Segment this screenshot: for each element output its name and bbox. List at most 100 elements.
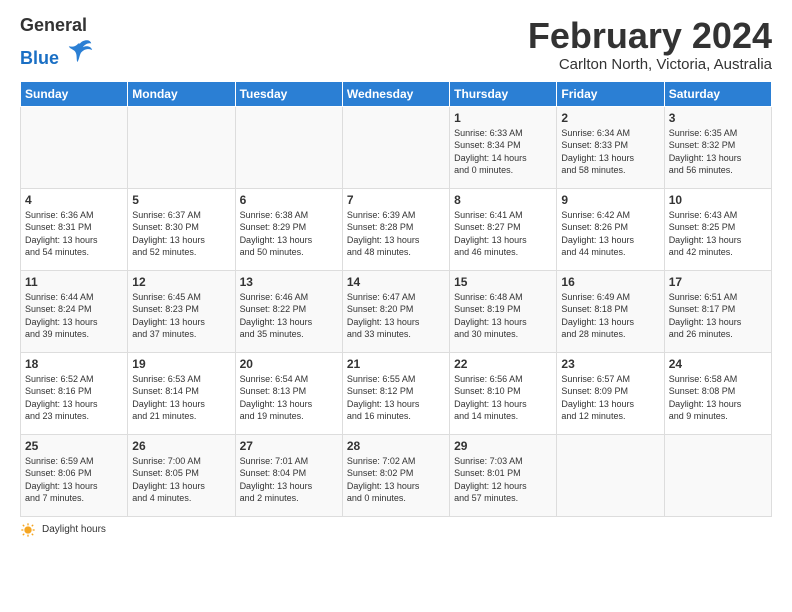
weekday-header-monday: Monday <box>128 81 235 106</box>
day-number: 10 <box>669 193 767 207</box>
day-info: Sunrise: 6:46 AM Sunset: 8:22 PM Dayligh… <box>240 291 338 341</box>
calendar-cell: 19Sunrise: 6:53 AM Sunset: 8:14 PM Dayli… <box>128 352 235 434</box>
sun-icon <box>20 522 36 538</box>
calendar-cell: 9 Sunrise: 6:42 AM Sunset: 8:26 PM Daylig… <box>557 188 664 270</box>
calendar-cell: 14 Sunrise: 6:47 AM Sunset: 8:20 PM Dayli… <box>342 270 449 352</box>
weekday-header-tuesday: Tuesday <box>235 81 342 106</box>
calendar-cell <box>128 106 235 188</box>
calendar-cell: 28Sunrise: 7:02 AM Sunset: 8:02 PM Dayli… <box>342 434 449 516</box>
day-number: 6 <box>240 193 338 207</box>
day-info: Sunrise: 6:33 AM Sunset: 8:34 PM Dayligh… <box>454 127 552 177</box>
day-info: Sunrise: 6:37 AM Sunset: 8:30 PM Dayligh… <box>132 209 230 259</box>
day-number: 3 <box>669 111 767 125</box>
weekday-header-sunday: Sunday <box>21 81 128 106</box>
logo-blue-text: Blue <box>20 48 59 68</box>
day-number: 18 <box>25 357 123 371</box>
week-row-3: 18 Sunrise: 6:52 AM Sunset: 8:16 PM Dayli… <box>21 352 772 434</box>
day-number: 13 <box>240 275 338 289</box>
calendar-cell: 23Sunrise: 6:57 AM Sunset: 8:09 PM Dayli… <box>557 352 664 434</box>
day-info: Sunrise: 6:35 AM Sunset: 8:32 PM Dayligh… <box>669 127 767 177</box>
day-info: Sunrise: 7:01 AM Sunset: 8:04 PM Dayligh… <box>240 455 338 505</box>
calendar-cell: 20 Sunrise: 6:54 AM Sunset: 8:13 PM Dayli… <box>235 352 342 434</box>
day-number: 9 <box>561 193 659 207</box>
day-info: Sunrise: 6:42 AM Sunset: 8:26 PM Dayligh… <box>561 209 659 259</box>
day-number: 8 <box>454 193 552 207</box>
week-row-2: 11 Sunrise: 6:44 AM Sunset: 8:24 PM Dayli… <box>21 270 772 352</box>
calendar-cell: 5 Sunrise: 6:37 AM Sunset: 8:30 PM Daylig… <box>128 188 235 270</box>
day-info: Sunrise: 6:41 AM Sunset: 8:27 PM Dayligh… <box>454 209 552 259</box>
day-info: Sunrise: 6:48 AM Sunset: 8:19 PM Dayligh… <box>454 291 552 341</box>
day-info: Sunrise: 6:49 AM Sunset: 8:18 PM Dayligh… <box>561 291 659 341</box>
calendar-cell: 16Sunrise: 6:49 AM Sunset: 8:18 PM Dayli… <box>557 270 664 352</box>
day-info: Sunrise: 6:34 AM Sunset: 8:33 PM Dayligh… <box>561 127 659 177</box>
weekday-header-saturday: Saturday <box>664 81 771 106</box>
weekday-header-friday: Friday <box>557 81 664 106</box>
calendar-cell: 3 Sunrise: 6:35 AM Sunset: 8:32 PM Daylig… <box>664 106 771 188</box>
day-info: Sunrise: 6:59 AM Sunset: 8:06 PM Dayligh… <box>25 455 123 505</box>
day-info: Sunrise: 6:44 AM Sunset: 8:24 PM Dayligh… <box>25 291 123 341</box>
calendar-cell: 17 Sunrise: 6:51 AM Sunset: 8:17 PM Dayli… <box>664 270 771 352</box>
calendar-cell <box>557 434 664 516</box>
day-number: 26 <box>132 439 230 453</box>
day-number: 25 <box>25 439 123 453</box>
day-number: 7 <box>347 193 445 207</box>
day-info: Sunrise: 7:02 AM Sunset: 8:02 PM Dayligh… <box>347 455 445 505</box>
day-info: Sunrise: 6:47 AM Sunset: 8:20 PM Dayligh… <box>347 291 445 341</box>
week-row-1: 4Sunrise: 6:36 AM Sunset: 8:31 PM Daylig… <box>21 188 772 270</box>
calendar-cell: 24 Sunrise: 6:58 AM Sunset: 8:08 PM Dayli… <box>664 352 771 434</box>
calendar-cell: 1 Sunrise: 6:33 AM Sunset: 8:34 PM Daylig… <box>450 106 557 188</box>
calendar-cell: 15Sunrise: 6:48 AM Sunset: 8:19 PM Dayli… <box>450 270 557 352</box>
calendar-cell: 29 Sunrise: 7:03 AM Sunset: 8:01 PM Dayli… <box>450 434 557 516</box>
logo-general-text: General <box>20 15 87 35</box>
day-number: 29 <box>454 439 552 453</box>
day-info: Sunrise: 6:53 AM Sunset: 8:14 PM Dayligh… <box>132 373 230 423</box>
calendar-cell: 26 Sunrise: 7:00 AM Sunset: 8:05 PM Dayli… <box>128 434 235 516</box>
day-info: Sunrise: 6:51 AM Sunset: 8:17 PM Dayligh… <box>669 291 767 341</box>
day-number: 23 <box>561 357 659 371</box>
calendar-cell: 6 Sunrise: 6:38 AM Sunset: 8:29 PM Daylig… <box>235 188 342 270</box>
day-info: Sunrise: 6:56 AM Sunset: 8:10 PM Dayligh… <box>454 373 552 423</box>
day-number: 2 <box>561 111 659 125</box>
day-number: 4 <box>25 193 123 207</box>
day-number: 14 <box>347 275 445 289</box>
daylight-label: Daylight hours <box>42 524 106 535</box>
calendar-cell: 21Sunrise: 6:55 AM Sunset: 8:12 PM Dayli… <box>342 352 449 434</box>
day-number: 27 <box>240 439 338 453</box>
calendar-cell: 10Sunrise: 6:43 AM Sunset: 8:25 PM Dayli… <box>664 188 771 270</box>
day-info: Sunrise: 6:38 AM Sunset: 8:29 PM Dayligh… <box>240 209 338 259</box>
day-number: 17 <box>669 275 767 289</box>
calendar-cell: 27 Sunrise: 7:01 AM Sunset: 8:04 PM Dayli… <box>235 434 342 516</box>
calendar-cell: 8 Sunrise: 6:41 AM Sunset: 8:27 PM Daylig… <box>450 188 557 270</box>
day-number: 21 <box>347 357 445 371</box>
day-info: Sunrise: 6:45 AM Sunset: 8:23 PM Dayligh… <box>132 291 230 341</box>
day-info: Sunrise: 6:58 AM Sunset: 8:08 PM Dayligh… <box>669 373 767 423</box>
calendar-cell <box>235 106 342 188</box>
calendar-table: SundayMondayTuesdayWednesdayThursdayFrid… <box>20 81 772 517</box>
day-info: Sunrise: 6:54 AM Sunset: 8:13 PM Dayligh… <box>240 373 338 423</box>
weekday-header-thursday: Thursday <box>450 81 557 106</box>
weekday-header-wednesday: Wednesday <box>342 81 449 106</box>
day-number: 5 <box>132 193 230 207</box>
day-number: 24 <box>669 357 767 371</box>
location: Carlton North, Victoria, Australia <box>528 56 772 73</box>
day-number: 12 <box>132 275 230 289</box>
calendar-cell: 7 Sunrise: 6:39 AM Sunset: 8:28 PM Daylig… <box>342 188 449 270</box>
day-info: Sunrise: 6:52 AM Sunset: 8:16 PM Dayligh… <box>25 373 123 423</box>
day-number: 22 <box>454 357 552 371</box>
calendar-cell: 18 Sunrise: 6:52 AM Sunset: 8:16 PM Dayli… <box>21 352 128 434</box>
calendar-cell <box>342 106 449 188</box>
logo-bird-icon <box>66 36 94 64</box>
calendar-cell: 13 Sunrise: 6:46 AM Sunset: 8:22 PM Dayli… <box>235 270 342 352</box>
month-title: February 2024 <box>528 16 772 56</box>
day-info: Sunrise: 6:39 AM Sunset: 8:28 PM Dayligh… <box>347 209 445 259</box>
header: General Blue February 2024 Carlton North… <box>20 16 772 73</box>
calendar-cell: 25 Sunrise: 6:59 AM Sunset: 8:06 PM Dayli… <box>21 434 128 516</box>
day-number: 20 <box>240 357 338 371</box>
day-info: Sunrise: 7:03 AM Sunset: 8:01 PM Dayligh… <box>454 455 552 505</box>
day-number: 11 <box>25 275 123 289</box>
calendar-cell: 2 Sunrise: 6:34 AM Sunset: 8:33 PM Daylig… <box>557 106 664 188</box>
calendar-cell: 12 Sunrise: 6:45 AM Sunset: 8:23 PM Dayli… <box>128 270 235 352</box>
day-number: 1 <box>454 111 552 125</box>
day-info: Sunrise: 7:00 AM Sunset: 8:05 PM Dayligh… <box>132 455 230 505</box>
calendar-cell <box>664 434 771 516</box>
